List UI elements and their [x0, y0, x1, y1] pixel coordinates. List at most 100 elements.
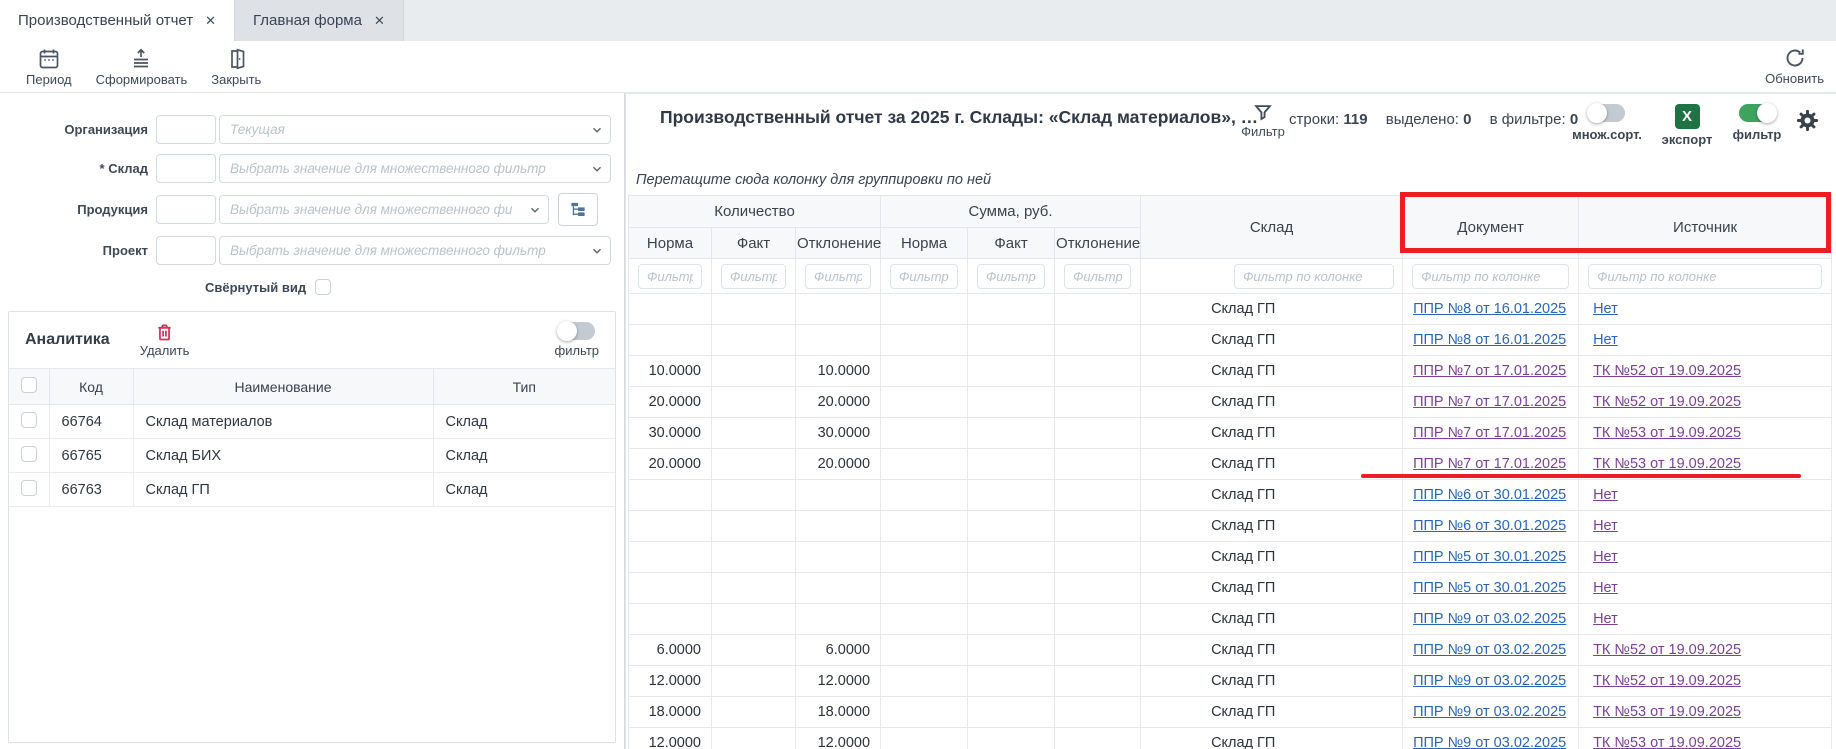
sum-deviation-header[interactable]: Отклонение	[1055, 228, 1141, 259]
report-row[interactable]: 6.00006.0000Склад ГПППР №9 от 03.02.2025…	[629, 635, 1832, 666]
select-all-checkbox[interactable]	[21, 377, 37, 393]
document-link[interactable]: ППР №7 от 17.01.2025	[1413, 425, 1566, 441]
qty-deviation-header[interactable]: Отклонение	[796, 228, 881, 259]
settings-button[interactable]	[1794, 107, 1821, 139]
source-filter-input[interactable]	[1588, 264, 1822, 289]
document-link[interactable]: ППР №8 от 16.01.2025	[1413, 301, 1566, 317]
source-link[interactable]: ТК №53 от 19.09.2025	[1593, 456, 1741, 472]
qty-norm-filter-input[interactable]	[638, 264, 702, 289]
report-row[interactable]: 20.000020.0000Склад ГПППР №7 от 17.01.20…	[629, 387, 1832, 418]
document-link[interactable]: ППР №6 от 30.01.2025	[1413, 518, 1566, 534]
project-code-input[interactable]	[156, 236, 216, 265]
document-link[interactable]: ППР №9 от 03.02.2025	[1413, 704, 1566, 720]
production-select[interactable]: Выбрать значение для множественного фи	[219, 195, 549, 224]
source-link[interactable]: Нет	[1593, 518, 1618, 534]
close-button[interactable]: Закрыть	[199, 42, 273, 92]
project-select[interactable]: Выбрать значение для множественного филь…	[219, 236, 611, 265]
tab-close-icon[interactable]: ✕	[374, 13, 385, 29]
report-row[interactable]: Склад ГПППР №5 от 30.01.2025Нет	[629, 542, 1832, 573]
sum-fact-header[interactable]: Факт	[968, 228, 1055, 259]
quantity-group-header[interactable]: Количество	[629, 196, 881, 228]
tab-close-icon[interactable]: ✕	[205, 13, 216, 29]
qty-norm-cell	[629, 542, 712, 573]
source-link[interactable]: ТК №53 от 19.09.2025	[1593, 425, 1741, 441]
sum-norm-filter-input[interactable]	[890, 264, 958, 289]
analytics-filter-toggle[interactable]	[559, 322, 595, 340]
qty-deviation-filter-input[interactable]	[805, 264, 871, 289]
report-row[interactable]: 12.000012.0000Склад ГПППР №9 от 03.02.20…	[629, 666, 1832, 697]
excel-export-icon[interactable]: X	[1675, 104, 1700, 129]
collapsed-view-checkbox[interactable]	[315, 279, 331, 295]
analytics-row[interactable]: 66765Склад БИХСклад	[9, 439, 615, 473]
report-row[interactable]: Склад ГПППР №6 от 30.01.2025Нет	[629, 511, 1832, 542]
source-link[interactable]: Нет	[1593, 611, 1618, 627]
document-link[interactable]: ППР №9 от 03.02.2025	[1413, 611, 1566, 627]
source-link[interactable]: ТК №52 от 19.09.2025	[1593, 363, 1741, 379]
report-row[interactable]: 20.000020.0000Склад ГПППР №7 от 17.01.20…	[629, 449, 1832, 480]
report-row[interactable]: Склад ГПППР №9 от 03.02.2025Нет	[629, 604, 1832, 635]
multisort-toggle[interactable]	[1589, 104, 1625, 122]
report-row[interactable]: 10.000010.0000Склад ГПППР №7 от 17.01.20…	[629, 356, 1832, 387]
document-link[interactable]: ППР №7 от 17.01.2025	[1413, 394, 1566, 410]
document-filter-input[interactable]	[1412, 264, 1569, 289]
sum-norm-header[interactable]: Норма	[881, 228, 968, 259]
warehouse-select[interactable]: Выбрать значение для множественного филь…	[219, 154, 611, 183]
source-column-header[interactable]: Источник	[1579, 196, 1832, 259]
source-link[interactable]: Нет	[1593, 487, 1618, 503]
document-link[interactable]: ППР №7 от 17.01.2025	[1413, 456, 1566, 472]
source-link[interactable]: ТК №52 от 19.09.2025	[1593, 394, 1741, 410]
source-link[interactable]: Нет	[1593, 332, 1618, 348]
report-row[interactable]: 30.000030.0000Склад ГПППР №7 от 17.01.20…	[629, 418, 1832, 449]
period-button[interactable]: Период	[14, 42, 84, 92]
warehouse-column-header[interactable]: Склад	[1141, 196, 1403, 259]
document-link[interactable]: ППР №7 от 17.01.2025	[1413, 363, 1566, 379]
sum-fact-filter-input[interactable]	[977, 264, 1045, 289]
document-column-header[interactable]: Документ	[1403, 196, 1579, 259]
tab-production-report[interactable]: Производственный отчет ✕	[0, 0, 235, 41]
production-hierarchy-button[interactable]	[558, 193, 598, 226]
report-row[interactable]: 18.000018.0000Склад ГПППР №9 от 03.02.20…	[629, 697, 1832, 728]
qty-norm-header[interactable]: Норма	[629, 228, 712, 259]
selected-count-label: выделено:	[1386, 111, 1459, 128]
production-code-input[interactable]	[156, 195, 216, 224]
filter-button[interactable]: Фильтр	[1230, 102, 1296, 139]
analytics-row[interactable]: 66763Склад ГПСклад	[9, 473, 615, 507]
organization-code-input[interactable]	[156, 115, 216, 144]
row-checkbox[interactable]	[21, 412, 37, 428]
row-checkbox[interactable]	[21, 446, 37, 462]
delete-button[interactable]: Удалить	[140, 322, 190, 358]
document-link[interactable]: ППР №8 от 16.01.2025	[1413, 332, 1566, 348]
document-link[interactable]: ППР №9 от 03.02.2025	[1413, 673, 1566, 689]
analytics-row[interactable]: 66764Склад материаловСклад	[9, 405, 615, 439]
report-row[interactable]: Склад ГПППР №6 от 30.01.2025Нет	[629, 480, 1832, 511]
qty-fact-filter-input[interactable]	[721, 264, 786, 289]
generate-button[interactable]: Сформировать	[84, 42, 200, 92]
document-link[interactable]: ППР №5 от 30.01.2025	[1413, 549, 1566, 565]
document-link[interactable]: ППР №6 от 30.01.2025	[1413, 487, 1566, 503]
document-link[interactable]: ППР №9 от 03.02.2025	[1413, 735, 1566, 749]
source-link[interactable]: ТК №52 от 19.09.2025	[1593, 642, 1741, 658]
source-link[interactable]: ТК №53 от 19.09.2025	[1593, 704, 1741, 720]
source-link[interactable]: ТК №52 от 19.09.2025	[1593, 673, 1741, 689]
organization-select[interactable]: Текущая	[219, 115, 611, 144]
report-row[interactable]: Склад ГПППР №5 от 30.01.2025Нет	[629, 573, 1832, 604]
qty-fact-header[interactable]: Факт	[712, 228, 796, 259]
sum-fact-cell	[968, 325, 1055, 356]
sum-group-header[interactable]: Сумма, руб.	[881, 196, 1141, 228]
refresh-button[interactable]: Обновить	[1753, 41, 1836, 91]
source-link[interactable]: ТК №53 от 19.09.2025	[1593, 735, 1741, 749]
warehouse-code-input[interactable]	[156, 154, 216, 183]
warehouse-filter-input[interactable]	[1234, 264, 1394, 289]
report-filter-toggle[interactable]	[1739, 104, 1775, 122]
report-row[interactable]: 12.000012.0000Склад ГПППР №9 от 03.02.20…	[629, 728, 1832, 749]
tab-main-form[interactable]: Главная форма ✕	[235, 0, 404, 41]
document-link[interactable]: ППР №9 от 03.02.2025	[1413, 642, 1566, 658]
source-link[interactable]: Нет	[1593, 301, 1618, 317]
row-checkbox[interactable]	[21, 480, 37, 496]
report-row[interactable]: Склад ГПППР №8 от 16.01.2025Нет	[629, 294, 1832, 325]
sum-deviation-filter-input[interactable]	[1064, 264, 1131, 289]
document-link[interactable]: ППР №5 от 30.01.2025	[1413, 580, 1566, 596]
report-row[interactable]: Склад ГПППР №8 от 16.01.2025Нет	[629, 325, 1832, 356]
source-link[interactable]: Нет	[1593, 580, 1618, 596]
source-link[interactable]: Нет	[1593, 549, 1618, 565]
